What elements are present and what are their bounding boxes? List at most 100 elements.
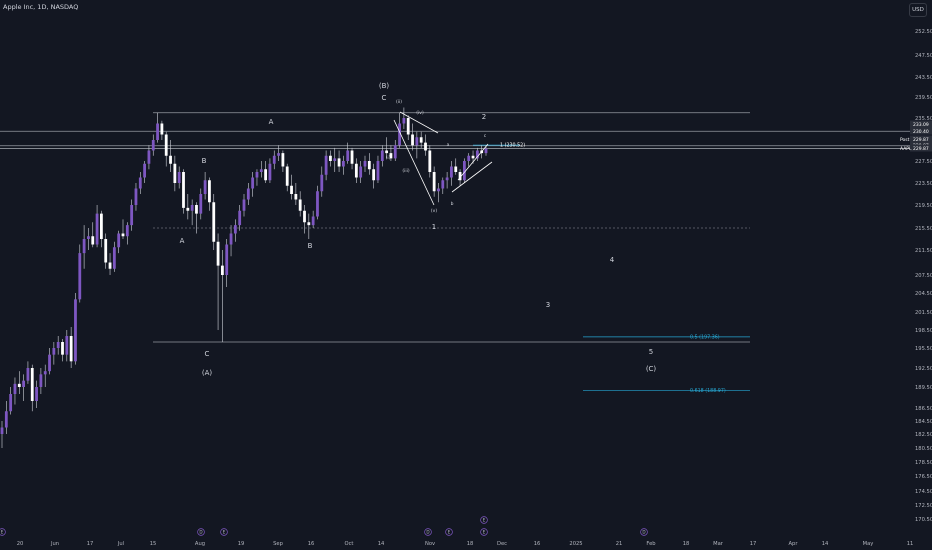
candle-body[interactable] <box>246 188 250 200</box>
candle-body[interactable] <box>95 213 99 245</box>
candle-body[interactable] <box>320 174 324 192</box>
candle-body[interactable] <box>17 383 21 387</box>
candle-body[interactable] <box>333 158 337 161</box>
candle-body[interactable] <box>329 155 332 161</box>
candle-body[interactable] <box>233 225 237 234</box>
candle-body[interactable] <box>91 236 95 245</box>
candle-body[interactable] <box>359 166 363 178</box>
candle-body[interactable] <box>350 150 354 164</box>
candle-body[interactable] <box>61 342 64 355</box>
candle-body[interactable] <box>138 177 142 189</box>
candle-body[interactable] <box>445 177 449 181</box>
candle-body[interactable] <box>454 166 458 173</box>
candle-body[interactable] <box>419 137 423 143</box>
candle-body[interactable] <box>294 194 298 200</box>
candle-body[interactable] <box>203 180 207 194</box>
candle-body[interactable] <box>0 427 4 435</box>
candle-body[interactable] <box>134 188 138 206</box>
candle-body[interactable] <box>406 118 410 135</box>
candle-body[interactable] <box>380 150 384 162</box>
candle-body[interactable] <box>441 180 445 189</box>
candle-body[interactable] <box>117 233 121 248</box>
candle-body[interactable] <box>251 177 255 189</box>
candle-body[interactable] <box>30 368 34 401</box>
candle-body[interactable] <box>367 161 371 170</box>
candle-body[interactable] <box>108 262 112 269</box>
candle-body[interactable] <box>311 216 315 226</box>
candle-body[interactable] <box>238 210 242 226</box>
candle-body[interactable] <box>182 172 185 208</box>
candle-body[interactable] <box>307 222 311 226</box>
candle-body[interactable] <box>190 205 194 211</box>
candle-body[interactable] <box>208 180 211 203</box>
candle-body[interactable] <box>264 169 268 181</box>
candle-body[interactable] <box>78 253 82 300</box>
candle-body[interactable] <box>121 233 125 237</box>
candle-body[interactable] <box>151 140 155 151</box>
candle-body[interactable] <box>125 225 129 237</box>
candle-body[interactable] <box>48 354 51 372</box>
candle-body[interactable] <box>411 134 414 146</box>
candle-body[interactable] <box>82 239 86 254</box>
candle-body[interactable] <box>87 236 90 239</box>
candle-body[interactable] <box>39 374 43 387</box>
candle-body[interactable] <box>13 383 17 394</box>
candle-body[interactable] <box>35 387 38 401</box>
candle-body[interactable] <box>65 336 69 355</box>
candle-body[interactable] <box>195 205 198 214</box>
candle-body[interactable] <box>26 368 30 381</box>
candle-body[interactable] <box>225 244 229 276</box>
candle-body[interactable] <box>104 239 108 263</box>
candle-body[interactable] <box>341 161 345 167</box>
candle-body[interactable] <box>402 118 406 124</box>
candle-body[interactable] <box>147 150 151 164</box>
candle-body[interactable] <box>354 163 358 178</box>
candle-body[interactable] <box>220 265 224 275</box>
candle-body[interactable] <box>99 213 103 239</box>
candle-body[interactable] <box>428 150 432 173</box>
candle-body[interactable] <box>272 155 276 164</box>
candle-body[interactable] <box>376 161 380 181</box>
candle-body[interactable] <box>298 199 302 211</box>
candle-body[interactable] <box>43 371 47 375</box>
candle-body[interactable] <box>363 161 367 167</box>
candle-body[interactable] <box>268 163 272 181</box>
candle-body[interactable] <box>290 185 293 194</box>
candle-body[interactable] <box>277 153 280 156</box>
candle-body[interactable] <box>52 348 56 355</box>
candle-body[interactable] <box>229 233 233 245</box>
candle-body[interactable] <box>281 153 285 167</box>
candle-body[interactable] <box>337 158 341 167</box>
candle-body[interactable] <box>372 169 376 181</box>
candle-body[interactable] <box>22 380 26 387</box>
candle-body[interactable] <box>255 172 259 178</box>
candle-body[interactable] <box>156 123 159 141</box>
candle-body[interactable] <box>324 155 328 175</box>
candle-body[interactable] <box>424 142 427 151</box>
candle-body[interactable] <box>74 299 77 362</box>
candle-body[interactable] <box>285 166 289 186</box>
candle-body[interactable] <box>212 202 216 242</box>
candle-body[interactable] <box>9 394 13 412</box>
wave-trendline[interactable] <box>451 161 493 193</box>
candle-body[interactable] <box>186 207 190 211</box>
candle-body[interactable] <box>393 145 397 159</box>
candle-body[interactable] <box>112 247 116 269</box>
candle-body[interactable] <box>467 155 471 161</box>
candle-body[interactable] <box>437 188 440 192</box>
candle-body[interactable] <box>385 150 389 154</box>
candle-body[interactable] <box>199 194 203 214</box>
candle-body[interactable] <box>450 166 453 178</box>
candle-body[interactable] <box>346 150 350 162</box>
candle-body[interactable] <box>484 148 488 154</box>
candle-body[interactable] <box>242 199 246 211</box>
wave-trendline[interactable] <box>457 143 489 181</box>
candle-body[interactable] <box>143 163 147 178</box>
candle-body[interactable] <box>471 155 475 159</box>
candle-body[interactable] <box>164 134 168 156</box>
candle-body[interactable] <box>303 210 306 223</box>
candle-body[interactable] <box>415 137 419 146</box>
candle-body[interactable] <box>4 411 8 428</box>
candle-body[interactable] <box>316 191 319 217</box>
price-chart[interactable]: 170.50 172.50 174.50 176.50 178.50 180.50 182.… <box>0 0 932 550</box>
